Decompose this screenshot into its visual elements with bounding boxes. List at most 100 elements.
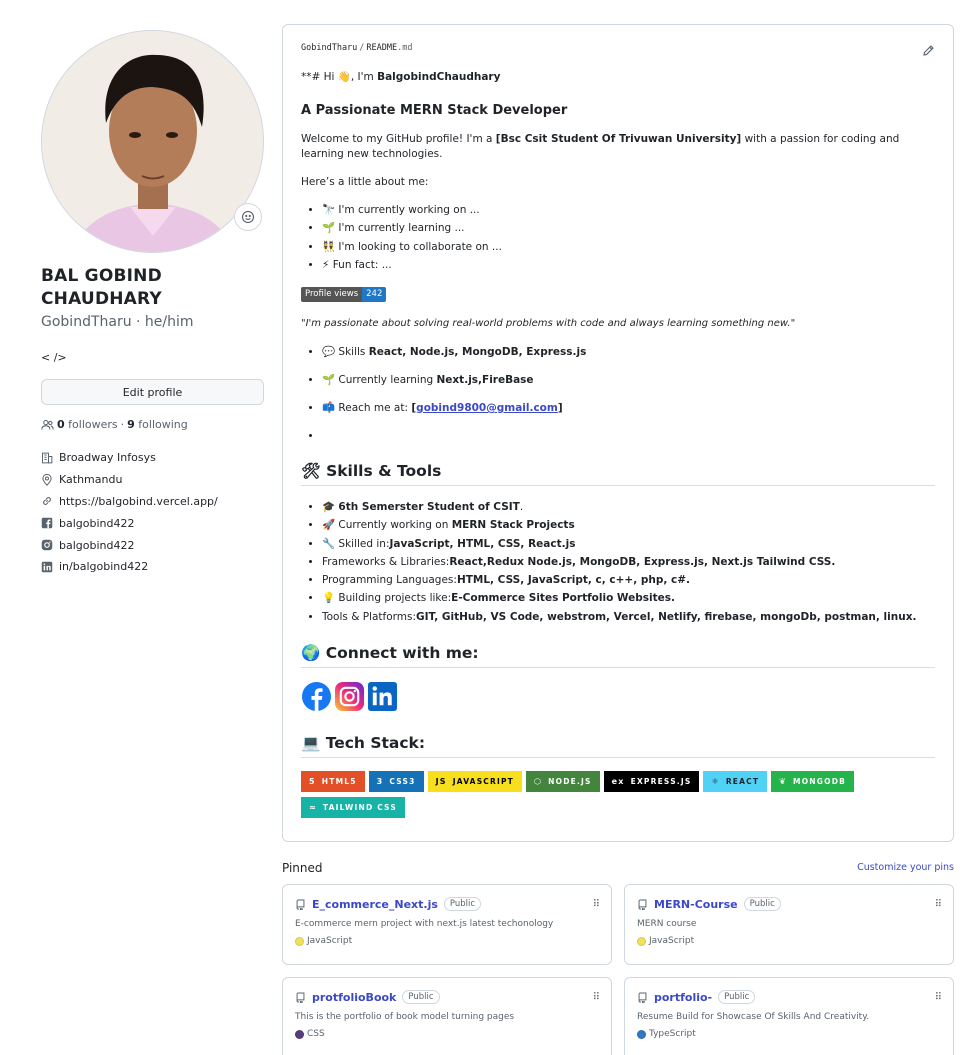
repo-icon [296, 992, 305, 1003]
detail-location: Kathmandu [41, 469, 264, 491]
repo-icon [638, 899, 647, 910]
skills-tools-list: 🎓 6th Semerster Student of CSIT. 🚀 Curre… [301, 498, 935, 626]
list-item: 🌱 I'm currently learning ... [322, 219, 935, 237]
visibility-badge: Public [718, 990, 756, 1004]
location-icon [42, 473, 52, 486]
language-color-dot [295, 1029, 304, 1039]
visibility-badge: Public [402, 990, 440, 1004]
list-item: ⚡ Fun fact: ... [322, 256, 935, 274]
smiley-icon [241, 210, 255, 224]
repo-description: E-commerce mern project with next.js lat… [295, 919, 554, 929]
readme-welcome: Welcome to my GitHub profile! I'm a [Bsc… [301, 133, 900, 160]
profile-views-badge: Profile views 242 [301, 286, 935, 302]
grabber-icon[interactable]: ⠿ [593, 899, 600, 910]
facebook-icon[interactable] [301, 681, 332, 712]
grabber-icon[interactable]: ⠿ [935, 992, 942, 1003]
pinned-repo-card: MERN-Course Public ⠿ MERN course JavaScr… [624, 884, 954, 965]
profile-readme: GobindTharu / README.md **# Hi 👋, I'm Balg… [282, 24, 954, 842]
set-status-button[interactable] [234, 203, 262, 231]
pencil-icon[interactable] [922, 44, 935, 57]
badge-html5: 5 HTML5 [301, 771, 365, 792]
instagram-icon[interactable] [334, 681, 365, 712]
followers-link[interactable]: 0 followers [57, 418, 118, 431]
list-item: Programming Languages:HTML, CSS, JavaScr… [322, 571, 935, 589]
following-link[interactable]: 9 following [127, 418, 188, 431]
repo-description: MERN course [637, 919, 697, 929]
list-item: 📫 Reach me at: [gobind9800@gmail.com] [322, 401, 935, 416]
organization-icon [42, 452, 53, 464]
follow-stats: 0 followers · 9 following [41, 418, 264, 431]
repo-language: JavaScript [637, 936, 941, 946]
tech-stack-heading: 💻 Tech Stack: [301, 734, 935, 758]
badge-nodejs: ⬡ NODE.JS [525, 771, 600, 792]
detail-instagram[interactable]: balgobind422 [41, 534, 264, 556]
readme-greeting: **# Hi 👋, I'm BalgobindChaudhary [301, 71, 501, 83]
list-item: 🔧 Skilled in:JavaScript, HTML, CSS, Reac… [322, 535, 935, 553]
visibility-badge: Public [443, 897, 482, 911]
pinned-repo-card: portfolio- Public ⠿ Resume Build for Sho… [624, 977, 954, 1055]
list-item: Tools & Platforms:GIT, GitHub, VS Code, … [322, 608, 935, 626]
tech-badges: 5 HTML5 3 CSS3 JS JAVASCRIPT ⬡ NODE.JS ex EXP… [301, 771, 861, 818]
badge-tailwind: ≈ TAILWIND CSS [301, 797, 405, 818]
avatar-container [41, 30, 264, 253]
detail-website[interactable]: https://balgobind.vercel.app/ [41, 491, 264, 513]
profile-sidebar: BAL GOBIND CHAUDHARY GobindTharu · he/hi… [41, 30, 264, 578]
separator-dot: · [120, 418, 125, 431]
instagram-icon [41, 539, 53, 551]
badge-javascript: JS JAVASCRIPT [427, 771, 522, 792]
repo-language: JavaScript [295, 936, 599, 946]
readme-title: A Passionate MERN Stack Developer [301, 103, 568, 118]
edit-profile-button[interactable]: Edit profile [41, 379, 264, 405]
social-links [301, 681, 935, 712]
list-item: 🌱 Currently learning Next.js,FireBase [322, 373, 935, 388]
avatar[interactable] [41, 30, 264, 253]
language-color-dot [295, 936, 304, 946]
profile-username: GobindTharu · he/him [41, 314, 194, 330]
email-link[interactable]: gobind9800@gmail.com [416, 402, 558, 414]
customize-pins-link[interactable]: Customize your pins [857, 862, 954, 873]
detail-linkedin[interactable]: in/balgobind422 [41, 556, 264, 578]
linkedin-icon[interactable] [367, 681, 398, 712]
readme-path-file: README [366, 43, 398, 53]
profile-fullname: BAL GOBIND CHAUDHARY [41, 266, 162, 309]
connect-heading: 🌍 Connect with me: [301, 644, 935, 668]
detail-facebook[interactable]: balgobind422 [41, 512, 264, 534]
repo-icon [638, 992, 647, 1003]
repo-name-link[interactable]: portfolio- [654, 991, 712, 1004]
list-item: 💬 Skills React, Node.js, MongoDB, Expres… [322, 345, 935, 360]
language-color-dot [637, 1029, 646, 1039]
grabber-icon[interactable]: ⠿ [935, 899, 942, 910]
badge-react: ⚛ REACT [703, 771, 768, 792]
list-item: 🚀 Currently working on MERN Stack Projec… [322, 516, 935, 534]
readme-path-user[interactable]: GobindTharu [301, 43, 357, 53]
list-item: Frameworks & Libraries:React,Redux Node.… [322, 553, 935, 571]
readme-about-list: 🔭 I'm currently working on ... 🌱 I'm cur… [301, 201, 935, 274]
repo-language: CSS [295, 1029, 599, 1039]
list-item: 🎓 6th Semerster Student of CSIT. [322, 498, 935, 516]
readme-quote: "I'm passionate about solving real-world… [301, 318, 796, 329]
repo-name-link[interactable]: protfolioBook [312, 991, 396, 1004]
repo-description: This is the portfolio of book model turn… [295, 1012, 515, 1022]
repo-description: Resume Build for Showcase Of Skills And … [637, 1012, 870, 1022]
badge-css3: 3 CSS3 [368, 771, 424, 792]
grabber-icon[interactable]: ⠿ [593, 992, 600, 1003]
badge-expressjs: ex EXPRESS.JS [603, 771, 700, 792]
readme-about-intro: Here’s a little about me: [301, 176, 429, 188]
list-item [322, 429, 935, 444]
visibility-badge: Public [743, 897, 781, 911]
detail-company: Broadway Infosys [41, 447, 264, 469]
readme-path: GobindTharu / README.md [301, 43, 413, 53]
repo-name-link[interactable]: MERN-Course [654, 898, 738, 911]
language-color-dot [637, 936, 646, 946]
badge-mongodb: ❦ MONGODB [771, 771, 855, 792]
list-item: 💡 Building projects like:E-Commerce Site… [322, 589, 935, 607]
list-item: 👯 I'm looking to collaborate on ... [322, 238, 935, 256]
repo-icon [296, 899, 305, 910]
people-icon [41, 419, 54, 430]
pinned-title: Pinned [282, 861, 323, 875]
list-item: 🔭 I'm currently working on ... [322, 201, 935, 219]
linkedin-icon [41, 561, 53, 573]
readme-skills-list: 💬 Skills React, Node.js, MongoDB, Expres… [301, 345, 935, 457]
profile-bio: < /> [41, 351, 67, 364]
repo-name-link[interactable]: E_commerce_Next.js [312, 898, 438, 911]
